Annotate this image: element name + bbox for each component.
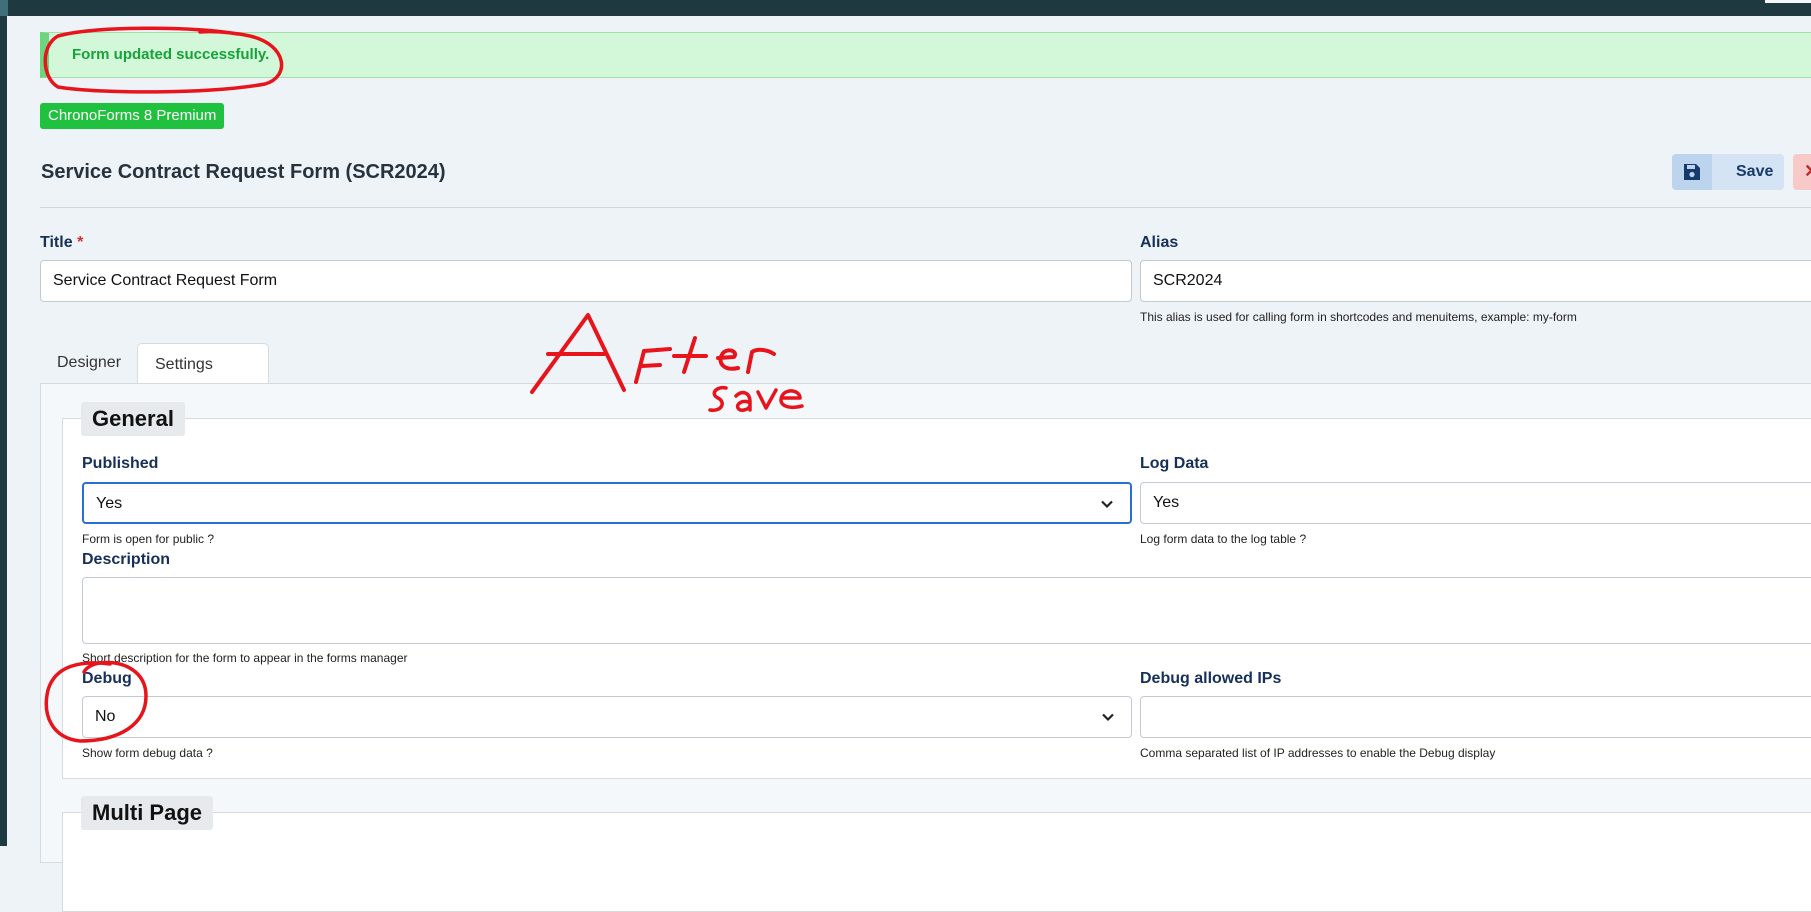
letters-er (716, 347, 776, 374)
chevron-down-icon (1102, 713, 1114, 722)
published-hint: Form is open for public ? (82, 532, 215, 546)
tab-designer[interactable]: Designer (40, 343, 136, 383)
log-data-select[interactable]: Yes (1140, 482, 1811, 524)
top-bar-accent (0, 0, 8, 16)
log-data-hint: Log form data to the log table ? (1140, 532, 1307, 546)
save-icon-box (1672, 154, 1712, 190)
left-edge-strip (0, 16, 7, 846)
tab-settings-label: Settings (155, 356, 213, 373)
page-title: Service Contract Request Form (SCR2024) (41, 161, 446, 183)
success-alert: Form updated successfully. (40, 32, 1811, 78)
header-divider (40, 207, 1811, 208)
floppy-disk-icon (1684, 164, 1700, 180)
letter-a (530, 313, 626, 394)
published-label: Published (82, 455, 159, 472)
tab-settings[interactable]: Settings (137, 343, 269, 383)
debug-ips-label: Debug allowed IPs (1140, 670, 1282, 687)
description-label: Description (82, 551, 171, 568)
product-badge: ChronoForms 8 Premium (40, 103, 225, 129)
title-label-text: Title (40, 234, 73, 251)
title-input-value: Service Contract Request Form (53, 272, 278, 289)
close-icon: ✕ (1804, 161, 1811, 182)
letter-f (634, 347, 672, 384)
chevron-down-icon (1101, 500, 1113, 509)
tab-designer-label: Designer (57, 354, 122, 371)
title-label: Title * (40, 234, 83, 252)
log-data-label: Log Data (1140, 455, 1209, 472)
general-legend: General (81, 402, 185, 436)
top-bar (0, 0, 1811, 16)
alias-input-value: SCR2024 (1153, 272, 1223, 289)
debug-label: Debug (82, 670, 132, 687)
debug-ips-input[interactable] (1140, 696, 1811, 738)
title-input[interactable]: Service Contract Request Form (40, 260, 1132, 302)
published-select[interactable]: Yes (82, 482, 1132, 524)
debug-select[interactable]: No (82, 696, 1132, 738)
letter-t (672, 336, 708, 374)
alias-label: Alias (1140, 234, 1179, 251)
alert-message: Form updated successfully. (72, 46, 270, 63)
close-button[interactable]: ✕ (1793, 154, 1811, 190)
multi-page-legend: Multi Page (81, 796, 214, 830)
save-button-label: Save (1736, 163, 1774, 180)
alias-input[interactable]: SCR2024 (1140, 260, 1811, 302)
published-select-value: Yes (96, 495, 123, 512)
multi-page-fieldset (62, 812, 1811, 912)
debug-hint: Show form debug data ? (82, 746, 213, 760)
description-textarea[interactable] (82, 577, 1811, 644)
alias-hint: This alias is used for calling form in s… (1140, 310, 1577, 324)
required-marker: * (77, 234, 84, 251)
debug-select-value: No (95, 708, 116, 725)
save-button[interactable]: Save (1672, 154, 1784, 190)
top-bar-corner (1765, 0, 1811, 3)
log-data-select-value: Yes (1153, 494, 1180, 511)
description-hint: Short description for the form to appear… (82, 651, 408, 665)
debug-ips-hint: Comma separated list of IP addresses to … (1140, 746, 1496, 760)
